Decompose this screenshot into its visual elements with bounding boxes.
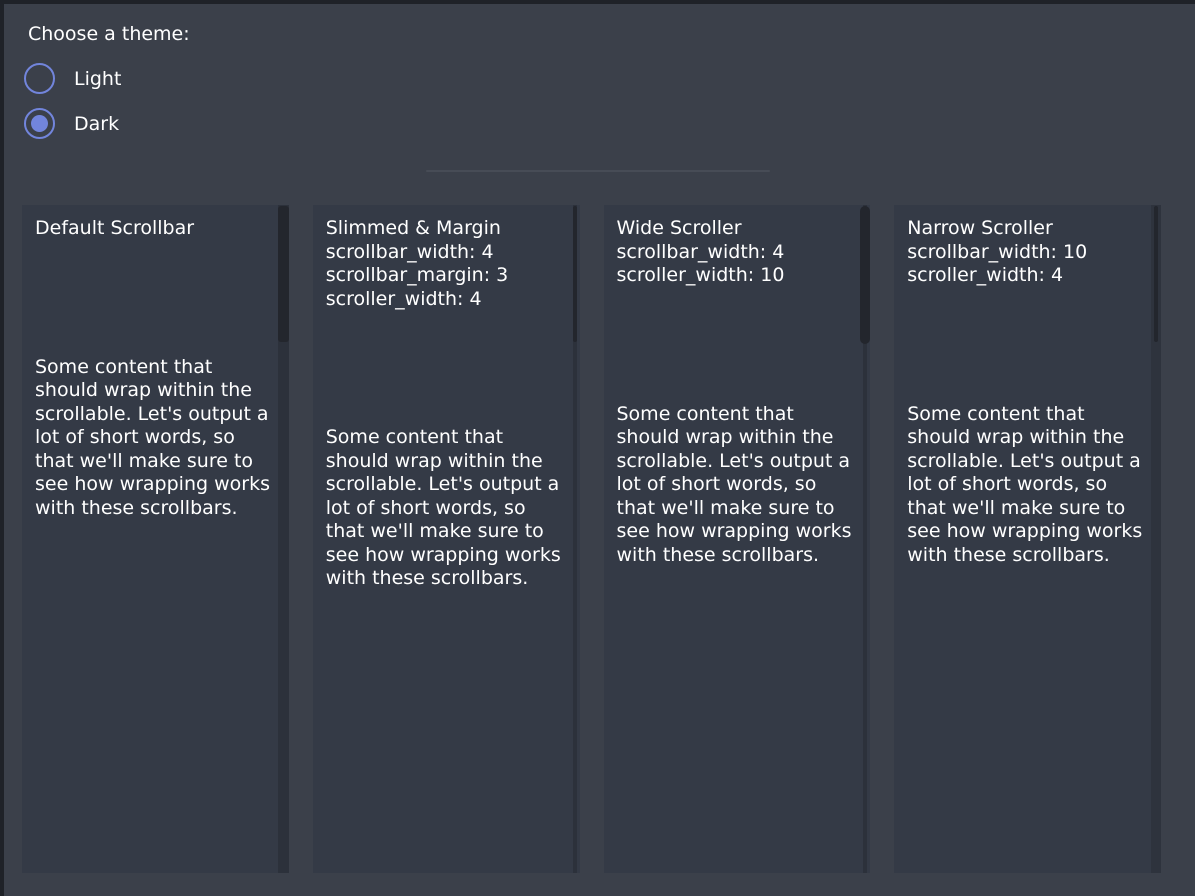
scrollable-narrow-content-area: Narrow Scroller scrollbar_width: 10 scro… bbox=[894, 205, 1143, 567]
scrollable-default[interactable]: Default Scrollbar Some content that shou… bbox=[22, 205, 289, 873]
column-property: scrollbar_width: 10 bbox=[907, 241, 1143, 265]
scrollable-demo-app: Choose a theme: Light Dark Default Scrol… bbox=[0, 0, 1195, 896]
scrollbar-thumb[interactable] bbox=[1154, 206, 1158, 342]
scrollable-narrow-scroller[interactable]: Narrow Scroller scrollbar_width: 10 scro… bbox=[894, 205, 1161, 873]
column-header: Default Scrollbar bbox=[35, 217, 271, 241]
column-property: scroller_width: 10 bbox=[617, 264, 853, 288]
column-body-text: Some content that should wrap within the… bbox=[35, 356, 271, 521]
column-body-text: Some content that should wrap within the… bbox=[907, 403, 1143, 568]
column-title: Slimmed & Margin bbox=[326, 217, 562, 241]
radio-label-light: Light bbox=[74, 68, 121, 90]
scrollbar-thumb[interactable] bbox=[278, 206, 289, 342]
section-divider bbox=[426, 170, 770, 172]
column-header: Narrow Scroller scrollbar_width: 10 scro… bbox=[907, 217, 1143, 288]
scrollbar-thumb[interactable] bbox=[860, 206, 870, 344]
column-body-text: Some content that should wrap within the… bbox=[617, 403, 853, 568]
radio-unselected-icon[interactable] bbox=[24, 63, 55, 94]
radio-label-dark: Dark bbox=[74, 113, 119, 135]
radio-option-dark[interactable]: Dark bbox=[24, 108, 119, 139]
theme-chooser: Choose a theme: Light Dark bbox=[0, 0, 1195, 139]
column-property: scrollbar_width: 4 bbox=[617, 241, 853, 265]
column-header: Slimmed & Margin scrollbar_width: 4 scro… bbox=[326, 217, 562, 311]
scrollable-slimmed-content-area: Slimmed & Margin scrollbar_width: 4 scro… bbox=[313, 205, 562, 591]
scrollable-slimmed-margin[interactable]: Slimmed & Margin scrollbar_width: 4 scro… bbox=[313, 205, 580, 873]
scrollbar-thumb[interactable] bbox=[573, 206, 577, 342]
column-property: scroller_width: 4 bbox=[326, 288, 562, 312]
column-header: Wide Scroller scrollbar_width: 4 scrolle… bbox=[617, 217, 853, 288]
column-title: Narrow Scroller bbox=[907, 217, 1143, 241]
scrollables-row: Default Scrollbar Some content that shou… bbox=[0, 205, 1195, 873]
column-property: scrollbar_margin: 3 bbox=[326, 264, 562, 288]
column-title: Default Scrollbar bbox=[35, 217, 271, 241]
radio-option-light[interactable]: Light bbox=[24, 63, 121, 94]
scrollable-default-content-area: Default Scrollbar Some content that shou… bbox=[22, 205, 271, 520]
scrollable-wide-scroller[interactable]: Wide Scroller scrollbar_width: 4 scrolle… bbox=[604, 205, 871, 873]
column-property: scrollbar_width: 4 bbox=[326, 241, 562, 265]
theme-chooser-label: Choose a theme: bbox=[28, 22, 1195, 46]
column-title: Wide Scroller bbox=[617, 217, 853, 241]
radio-selected-icon[interactable] bbox=[24, 108, 55, 139]
column-property: scroller_width: 4 bbox=[907, 264, 1143, 288]
scrollable-wide-content-area: Wide Scroller scrollbar_width: 4 scrolle… bbox=[604, 205, 853, 567]
column-body-text: Some content that should wrap within the… bbox=[326, 426, 562, 591]
